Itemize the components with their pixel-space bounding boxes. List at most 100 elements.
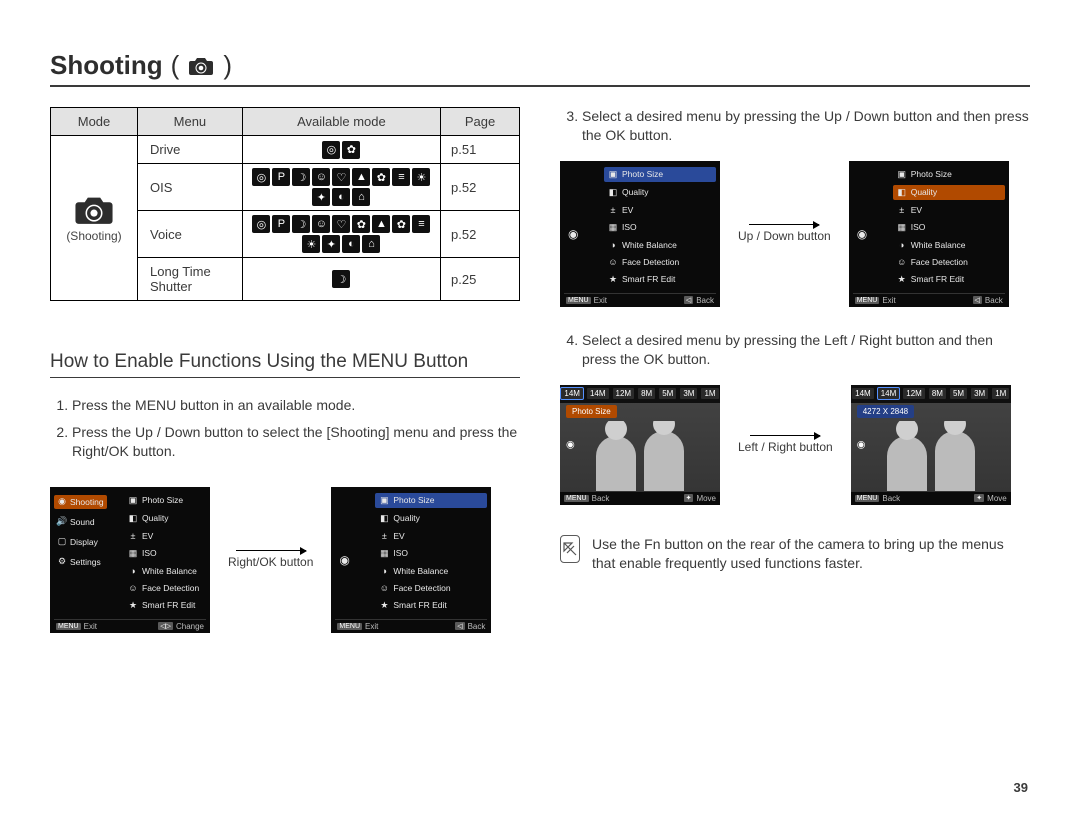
lcd-menu-list: ▣Photo Size ◧Quality ±EV ▦ISO ◑White Bal… [893,167,1005,287]
size-option: 14M [587,388,609,399]
lcd-menu-list: ▣Photo Size ◧Quality ±EV ▦ISO ◑White Bal… [124,493,206,613]
camera-icon: ◉ [857,227,867,241]
page-cell: p.52 [441,211,520,258]
mode-icon: ✿ [342,141,360,159]
menu-item-wb: ◑White Balance [893,238,1005,252]
size-option: 14M [852,388,874,399]
size-option: 3M [680,388,697,399]
mode-icon: P [272,168,290,186]
tab-label: Display [70,537,98,547]
menu-cell: Long Time Shutter [138,258,243,301]
manual-page: Shooting ( ) Mode Menu Available mode Pa… [0,0,1080,815]
lcd-menu-list: ▣Photo Size ◧Quality ±EV ▦ISO ◑White Bal… [604,167,716,287]
menu-cell: Drive [138,136,243,164]
camera-icon [187,55,215,77]
foot-exit: Exit [84,622,97,631]
tab-label: Sound [70,517,95,527]
mode-icon: ☽ [292,168,310,186]
tip-text: Use the Fn button on the rear of the cam… [592,535,1030,574]
th-available: Available mode [242,108,440,136]
lcd-footer: MENUExit ◁▷Change [54,619,206,631]
th-page: Page [441,108,520,136]
step-1: Press the MENU button in an available mo… [72,396,520,415]
face-icon: ☺ [128,583,138,593]
left-column: Mode Menu Available mode Page [50,107,520,633]
steps-list-right: Select a desired menu by pressing the Up… [560,107,1030,145]
menu-item-photosize: ▣Photo Size [124,493,206,508]
size-option: 12M [613,388,635,399]
menu-item-photosize: ▣Photo Size [893,167,1005,182]
th-mode: Mode [51,108,138,136]
menu-item-iso: ▦ISO [893,220,1005,235]
menu-item-iso: ▦ISO [604,220,716,235]
right-column: Select a desired menu by pressing the Up… [560,107,1030,633]
mode-icon: ☀ [412,168,430,186]
wb-icon: ◑ [128,566,138,576]
menu-item-photosize: ▣Photo Size [375,493,487,508]
mode-icon: ✿ [372,168,390,186]
size-option: 14M [561,388,583,399]
menu-item-face: ☺Face Detection [375,581,487,595]
lcd-screen-e: 14M 14M 12M 8M 5M 3M 1M Photo Size ◉ [560,385,720,505]
menu-item-ev: ±EV [375,529,487,543]
mode-icon: ☽ [332,270,350,288]
lcd-tab-settings: ⚙ Settings [54,555,107,569]
arrow-left-right: Left / Right button [738,435,833,454]
mode-icon: ▲ [372,215,390,233]
lcd-group-step3: ◉ ▣Photo Size ◧Quality ±EV ▦ISO ◑White B… [560,161,1030,307]
page-title: Shooting ( ) [50,50,1030,81]
steps-list-right-4: Select a desired menu by pressing the Le… [560,331,1030,369]
lcd-screen-b: ◉ ▣Photo Size ◧Quality ±EV ▦ISO ◑White B… [331,487,491,633]
arrow-label: Right/OK button [228,555,313,569]
mode-icon: ≡ [392,168,410,186]
menu-cell: Voice [138,211,243,258]
iso-icon: ▦ [128,548,138,559]
star-icon: ★ [128,600,138,611]
lcd-screen-c: ◉ ▣Photo Size ◧Quality ±EV ▦ISO ◑White B… [560,161,720,307]
lcd-menu-list: ▣Photo Size ◧Quality ±EV ▦ISO ◑White Bal… [375,493,487,613]
lcd-footer: MENUExit ◁Back [564,293,716,305]
step-3: Select a desired menu by pressing the Up… [582,107,1030,145]
menu-item-ev: ±EV [124,529,206,543]
mode-caption: (Shooting) [59,229,129,243]
mode-icon: ⌂ [362,235,380,253]
mode-icon: ✦ [312,188,330,206]
display-icon: ▢ [57,537,67,547]
person-icon [887,436,927,491]
speaker-icon: 🔊 [57,517,67,527]
arrow-label: Left / Right button [738,440,833,454]
mode-icon: P [272,215,290,233]
menu-item-quality: ◧Quality [893,185,1005,200]
page-title-text: Shooting [50,50,163,81]
lcd-group-step2: ◉ Shooting 🔊 Sound ▢ Display ⚙ [50,487,520,633]
lcd-screen-a: ◉ Shooting 🔊 Sound ▢ Display ⚙ [50,487,210,633]
tip-callout: Use the Fn button on the rear of the cam… [560,535,1030,574]
mode-icon: ✦ [322,235,340,253]
menu-item-quality: ◧Quality [375,511,487,526]
page-cell: p.25 [441,258,520,301]
title-rule [50,85,1030,87]
menu-item-iso: ▦ISO [375,546,487,561]
quality-icon: ◧ [128,513,138,524]
lcd-tab-sound: 🔊 Sound [54,515,107,529]
menu-item-photosize: ▣Photo Size [604,167,716,182]
page-cell: p.51 [441,136,520,164]
mode-icon: ♡ [332,215,350,233]
menu-item-quality: ◧Quality [124,511,206,526]
camera-icon: ◉ [57,497,67,507]
mode-cell: (Shooting) [51,136,138,301]
ev-icon: ± [128,531,138,541]
foot-change: Change [176,622,204,631]
mode-icon: ◐ [332,188,350,206]
arrow-label: Up / Down button [738,229,831,243]
open-paren: ( [171,50,180,81]
menu-item-smartfr: ★Smart FR Edit [375,598,487,613]
menu-item-smartfr: ★Smart FR Edit [604,272,716,287]
mode-icon: ⌂ [352,188,370,206]
close-paren: ) [223,50,232,81]
mode-icon: ☺ [312,168,330,186]
step-2: Press the Up / Down button to select the… [72,423,520,461]
lcd-footer: MENUBack ✦Move [851,491,1011,505]
size-strip: 14M 14M 12M 8M 5M 3M 1M [560,385,720,403]
mode-icon: ◎ [252,215,270,233]
